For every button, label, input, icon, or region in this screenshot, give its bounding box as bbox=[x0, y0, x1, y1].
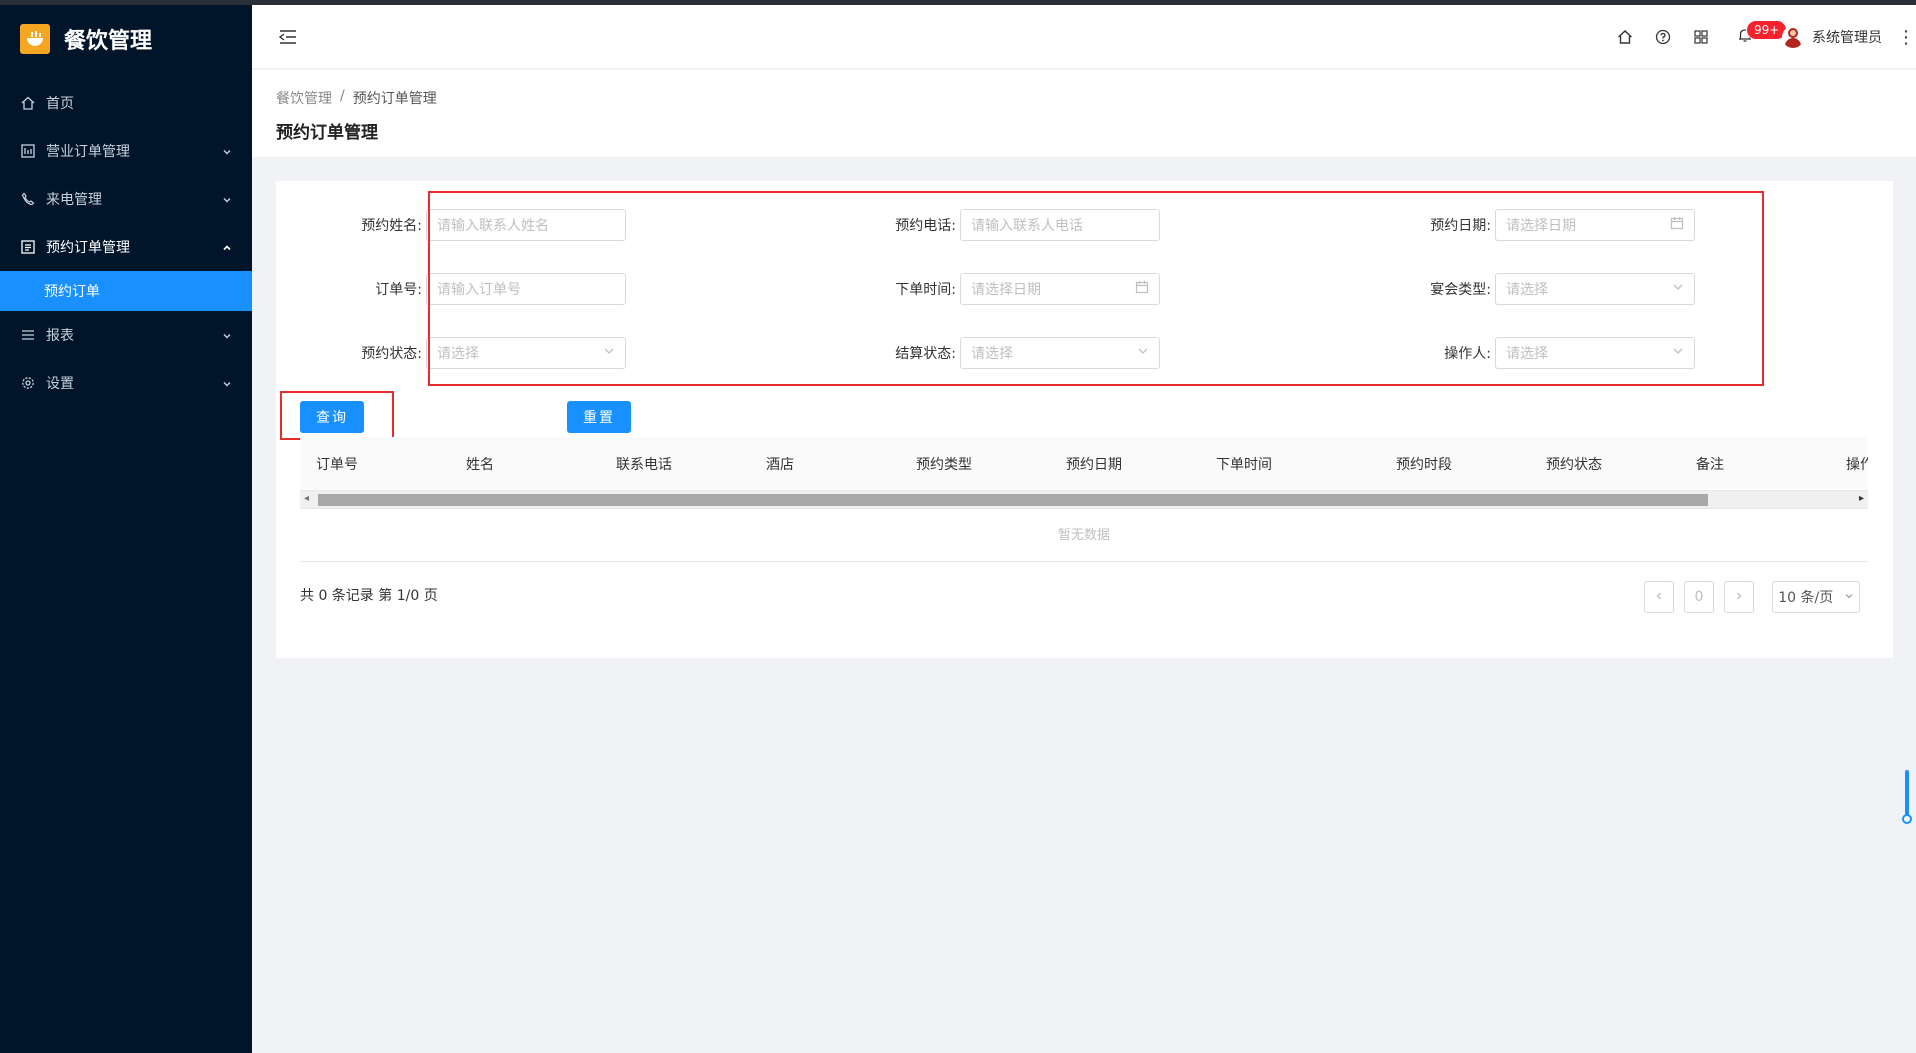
page-scroll-handle[interactable] bbox=[1902, 814, 1912, 824]
notification-bell[interactable]: 99+ bbox=[1726, 18, 1788, 56]
col-reservation-date: 预约日期 bbox=[1066, 457, 1122, 473]
phone-icon bbox=[20, 191, 36, 207]
name-label: 预约姓名: bbox=[361, 218, 422, 234]
chevron-left-icon bbox=[1654, 589, 1664, 605]
home-icon[interactable] bbox=[1606, 18, 1644, 56]
sidebar-item-reservation-orders[interactable]: 预约订单 bbox=[0, 271, 252, 311]
col-order-no: 订单号 bbox=[316, 457, 358, 473]
collapse-menu-icon[interactable] bbox=[278, 29, 298, 49]
col-phone: 联系电话 bbox=[616, 457, 672, 473]
pagination-total: 共 0 条记录 第 1/0 页 bbox=[300, 588, 438, 604]
sidebar-item-reports[interactable]: 报表 bbox=[0, 311, 252, 359]
sidebar-item-label: 营业订单管理 bbox=[46, 144, 130, 160]
col-remarks: 备注 bbox=[1696, 457, 1724, 473]
sidebar: 餐饮管理 首页 营业订单管理 来电管理 预约订单管理 预约订单 报表 设置 bbox=[0, 5, 252, 1053]
table-icon bbox=[20, 143, 36, 159]
top-header: 99+ 系统管理员 ⋮ bbox=[252, 5, 1916, 69]
breadcrumb-current: 预约订单管理 bbox=[352, 91, 437, 107]
page-header: 餐饮管理 / 预约订单管理 预约订单管理 bbox=[252, 70, 1916, 157]
avatar bbox=[1782, 26, 1804, 48]
col-order-time: 下单时间 bbox=[1216, 457, 1272, 473]
grid-icon[interactable] bbox=[1682, 18, 1720, 56]
scrollbar-thumb[interactable] bbox=[318, 494, 1708, 506]
chevron-down-icon bbox=[222, 329, 232, 345]
help-icon[interactable] bbox=[1644, 18, 1682, 56]
sidebar-item-calls[interactable]: 来电管理 bbox=[0, 175, 252, 223]
page-size-select[interactable]: 10 条/页 bbox=[1772, 581, 1860, 613]
chevron-right-icon bbox=[1734, 589, 1744, 605]
chevron-down-icon bbox=[222, 193, 232, 209]
chevron-up-icon bbox=[222, 241, 232, 257]
sidebar-item-reservations[interactable]: 预约订单管理 bbox=[0, 223, 252, 271]
table-header: 订单号 姓名 联系电话 酒店 预约类型 预约日期 下单时间 预约时段 预约状态 … bbox=[300, 437, 1868, 489]
breadcrumb: 餐饮管理 / 预约订单管理 bbox=[276, 88, 437, 108]
sidebar-item-home[interactable]: 首页 bbox=[0, 79, 252, 127]
more-vertical-icon[interactable]: ⋮ bbox=[1896, 18, 1916, 56]
col-name: 姓名 bbox=[466, 457, 494, 473]
col-time-slot: 预约时段 bbox=[1396, 457, 1452, 473]
query-highlight-box bbox=[280, 391, 394, 440]
col-reservation-status: 预约状态 bbox=[1546, 457, 1602, 473]
page-scroll-indicator[interactable] bbox=[1905, 770, 1909, 820]
form-highlight-box bbox=[428, 191, 1764, 386]
chevron-down-icon bbox=[222, 145, 232, 161]
scroll-right-icon[interactable]: ▸ bbox=[1859, 493, 1864, 504]
page-size-value: 10 条/页 bbox=[1778, 590, 1834, 606]
chevron-down-icon bbox=[222, 377, 232, 393]
gear-icon bbox=[20, 375, 36, 391]
reservation-status-label: 预约状态: bbox=[361, 346, 422, 362]
sidebar-item-label: 报表 bbox=[46, 328, 74, 344]
prev-page-button[interactable] bbox=[1644, 581, 1674, 613]
user-name: 系统管理员 bbox=[1812, 30, 1882, 46]
col-reservation-type: 预约类型 bbox=[916, 457, 972, 473]
reset-button[interactable]: 重置 bbox=[567, 401, 631, 433]
home-icon bbox=[20, 95, 36, 111]
table-horizontal-scrollbar[interactable]: ◂ ▸ bbox=[300, 490, 1868, 509]
app-title: 餐饮管理 bbox=[64, 29, 153, 54]
breadcrumb-separator: / bbox=[340, 88, 345, 104]
breadcrumb-root[interactable]: 餐饮管理 bbox=[276, 88, 332, 108]
user-menu[interactable]: 系统管理员 bbox=[1782, 26, 1882, 48]
sidebar-item-label: 预约订单管理 bbox=[46, 240, 130, 256]
scroll-left-icon[interactable]: ◂ bbox=[304, 493, 309, 504]
chevron-down-icon bbox=[1844, 589, 1854, 605]
order-no-label: 订单号: bbox=[375, 282, 422, 298]
page-title: 预约订单管理 bbox=[276, 123, 378, 143]
sidebar-item-settings[interactable]: 设置 bbox=[0, 359, 252, 407]
menu-lines-icon bbox=[20, 327, 36, 343]
page-number[interactable]: 0 bbox=[1684, 581, 1714, 613]
sidebar-item-label: 设置 bbox=[46, 376, 74, 392]
next-page-button[interactable] bbox=[1724, 581, 1754, 613]
col-actions: 操作 bbox=[1846, 457, 1868, 473]
table-empty-text: 暂无数据 bbox=[300, 510, 1868, 562]
sidebar-item-business-orders[interactable]: 营业订单管理 bbox=[0, 127, 252, 175]
sidebar-item-label: 来电管理 bbox=[46, 192, 102, 208]
bowl-icon bbox=[20, 24, 50, 54]
col-hotel: 酒店 bbox=[766, 457, 794, 473]
sidebar-item-label: 预约订单 bbox=[44, 284, 100, 300]
list-icon bbox=[20, 239, 36, 255]
sidebar-item-label: 首页 bbox=[46, 96, 74, 112]
app-logo[interactable]: 餐饮管理 bbox=[0, 5, 252, 73]
